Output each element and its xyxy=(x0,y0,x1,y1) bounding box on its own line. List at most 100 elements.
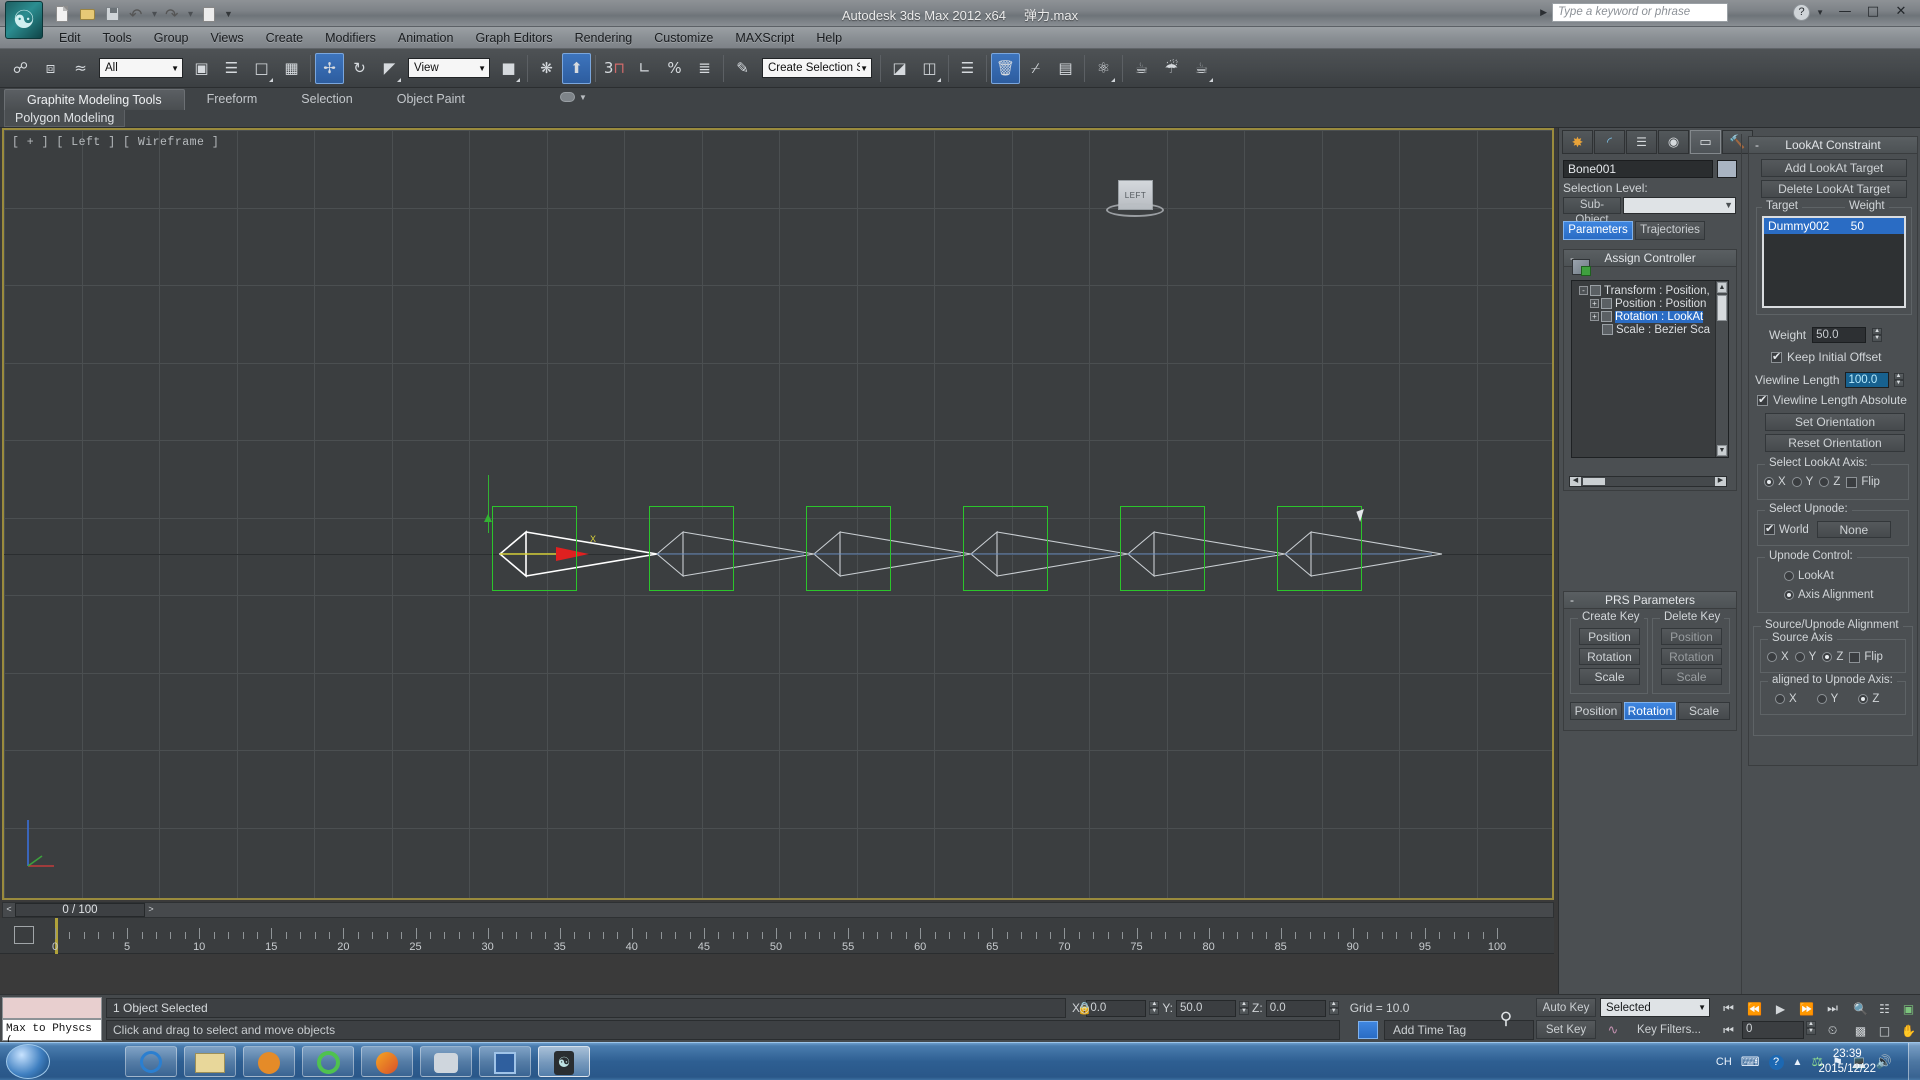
bone-bounding-box[interactable] xyxy=(963,506,1048,591)
prs-rotation-button[interactable]: Rotation xyxy=(1624,702,1676,720)
rendered-frame-window-icon[interactable]: ☔ xyxy=(1157,53,1186,84)
taskbar-media-player-icon[interactable] xyxy=(243,1046,295,1077)
taskbar-browser-icon[interactable] xyxy=(302,1046,354,1077)
delete-key-rotation-button[interactable]: Rotation xyxy=(1661,648,1722,665)
angle-snap-toggle-icon[interactable]: ∟ xyxy=(630,53,659,84)
maxscript-output-pane[interactable] xyxy=(2,997,102,1019)
unlink-selection-icon[interactable]: ⧈ xyxy=(36,53,65,84)
edit-named-selection-sets-icon[interactable]: ✎ xyxy=(728,53,757,84)
menu-modifiers[interactable]: Modifiers xyxy=(314,29,387,47)
menu-customize[interactable]: Customize xyxy=(643,29,724,47)
add-time-tag-icon[interactable] xyxy=(1358,1021,1378,1039)
radio-icon[interactable] xyxy=(1784,571,1794,581)
source-axis-x-option[interactable]: X xyxy=(1767,651,1789,663)
tab-graphite-modeling-tools[interactable]: Graphite Modeling Tools xyxy=(4,89,185,110)
reference-coordinate-combo[interactable]: View ▼ xyxy=(408,58,490,78)
tree-row-transform[interactable]: - Transform : Position, xyxy=(1576,284,1726,297)
bone-bounding-box[interactable] xyxy=(492,506,577,591)
radio-icon[interactable] xyxy=(1819,477,1830,487)
menu-edit[interactable]: Edit xyxy=(48,29,92,47)
help-icon[interactable]: ? xyxy=(1768,1054,1784,1070)
upnode-pick-button[interactable]: None xyxy=(1816,521,1891,538)
rollout-collapse-icon[interactable]: - xyxy=(1755,138,1759,152)
controller-tree-vscrollbar[interactable]: ▲ ▼ xyxy=(1715,281,1728,457)
menu-rendering[interactable]: Rendering xyxy=(564,29,644,47)
select-and-rotate-icon[interactable]: ↻ xyxy=(345,53,374,84)
menu-maxscript[interactable]: MAXScript xyxy=(724,29,805,47)
selection-filter-combo[interactable]: All ▼ xyxy=(99,58,183,78)
assign-controller-icon[interactable] xyxy=(1572,259,1591,276)
viewline-absolute-row[interactable]: Viewline Length Absolute xyxy=(1757,393,1907,407)
delete-lookat-target-button[interactable]: Delete LookAt Target xyxy=(1761,180,1907,198)
source-axis-z-option[interactable]: Z xyxy=(1822,651,1843,663)
tab-selection[interactable]: Selection xyxy=(279,89,374,110)
mirror-icon[interactable]: ◪ xyxy=(885,53,914,84)
graphite-modeling-toggle-icon[interactable]: 🗑 xyxy=(991,52,1020,84)
source-axis-y-option[interactable]: Y xyxy=(1794,651,1816,663)
next-frame-arrow[interactable]: > xyxy=(145,903,157,917)
lookat-target-row[interactable]: Dummy002 50 xyxy=(1764,218,1904,234)
current-frame-spinner-arrows[interactable]: ▲ ▼ xyxy=(1806,1021,1816,1035)
field-of-view-icon[interactable]: □ xyxy=(1872,1020,1897,1041)
render-production-icon[interactable]: ☕ xyxy=(1187,53,1216,84)
tab-freeform[interactable]: Freeform xyxy=(185,89,280,110)
modify-tab-icon[interactable]: ◜ xyxy=(1594,130,1625,154)
aligned-axis-z-option[interactable]: Z xyxy=(1858,693,1879,705)
time-configuration-icon[interactable]: ⏲ xyxy=(1820,1020,1845,1041)
prs-position-button[interactable]: Position xyxy=(1570,702,1622,720)
sub-object-combo[interactable]: ▼ xyxy=(1623,197,1736,214)
bone-bounding-box[interactable] xyxy=(1277,506,1362,591)
zoom-region-icon[interactable]: ▩ xyxy=(1848,1020,1873,1041)
delete-key-scale-button[interactable]: Scale xyxy=(1661,668,1722,685)
set-orientation-button[interactable]: Set Orientation xyxy=(1765,413,1905,431)
expander-icon[interactable]: + xyxy=(1590,312,1599,321)
go-to-end-icon[interactable]: ⏭ xyxy=(1820,998,1845,1019)
use-pivot-point-center-icon[interactable]: ■ xyxy=(494,53,523,84)
keep-initial-offset-row[interactable]: Keep Initial Offset xyxy=(1771,350,1882,364)
taskbar-3dsmax-icon[interactable]: ☯ xyxy=(538,1046,590,1077)
window-crossing-icon[interactable]: ▦ xyxy=(277,53,306,84)
maxscript-input-pane[interactable]: Max to Physcs ( xyxy=(2,1019,102,1047)
create-key-rotation-button[interactable]: Rotation xyxy=(1579,648,1640,665)
select-by-name-icon[interactable]: ☰ xyxy=(217,53,246,84)
sub-object-button[interactable]: Sub-Object xyxy=(1563,197,1621,226)
select-and-move-icon[interactable]: ✢ xyxy=(315,52,344,84)
tree-row-rotation[interactable]: + Rotation : LookAt xyxy=(1576,310,1726,323)
schematic-view-icon[interactable]: ▤ xyxy=(1051,53,1080,84)
lookat-axis-y-option[interactable]: Y xyxy=(1791,476,1813,488)
play-animation-icon[interactable]: ▶ xyxy=(1768,998,1793,1019)
weight-spinner-field[interactable]: 50.0 xyxy=(1812,327,1867,343)
close-button[interactable]: ✕ xyxy=(1888,2,1914,21)
time-slider-bar[interactable]: < 0 / 100 > xyxy=(2,902,1554,918)
menu-tools[interactable]: Tools xyxy=(92,29,143,47)
upnode-control-axis-alignment-option[interactable]: Axis Alignment xyxy=(1784,589,1873,601)
search-input[interactable]: Type a keyword or phrase xyxy=(1552,3,1728,22)
upnode-world-option[interactable]: World xyxy=(1764,522,1809,536)
set-key-button[interactable]: Set Key xyxy=(1536,1020,1596,1039)
flip-checkbox[interactable] xyxy=(1846,476,1858,488)
radio-icon[interactable] xyxy=(1822,652,1833,662)
bone-bounding-box[interactable] xyxy=(806,506,891,591)
windows-start-orb[interactable] xyxy=(6,1044,50,1079)
flip-checkbox[interactable] xyxy=(1849,651,1861,663)
radio-icon[interactable] xyxy=(1775,694,1785,704)
key-mode-toggle-small-icon[interactable]: ⏮ xyxy=(1716,1020,1741,1041)
key-filters-button[interactable]: Key Filters... xyxy=(1628,1020,1710,1039)
absolute-relative-transform-icon[interactable]: ◎ xyxy=(1072,998,1097,1019)
help-dropdown-icon[interactable]: ▼ xyxy=(1816,8,1824,17)
key-filter-set-combo[interactable]: Selected ▼ xyxy=(1600,998,1710,1017)
bind-to-space-warp-icon[interactable]: ≈ xyxy=(66,53,95,84)
application-menu-button[interactable]: ☯ xyxy=(5,1,43,39)
maximize-button[interactable]: □ xyxy=(1860,2,1886,21)
select-and-scale-icon[interactable]: ◤ xyxy=(375,53,404,84)
keyboard-icon[interactable]: ⌨ xyxy=(1741,1054,1760,1070)
radio-icon[interactable] xyxy=(1784,590,1794,600)
tree-row-scale[interactable]: Scale : Bezier Sca xyxy=(1576,323,1726,336)
taskbar-firefox-like-icon[interactable] xyxy=(361,1046,413,1077)
radio-icon[interactable] xyxy=(1794,652,1805,662)
menu-create[interactable]: Create xyxy=(255,29,315,47)
object-name-field[interactable]: Bone001 xyxy=(1563,160,1713,178)
expander-icon[interactable]: + xyxy=(1590,299,1599,308)
z-coordinate-field[interactable]: 0.0 xyxy=(1265,999,1326,1017)
menu-views[interactable]: Views xyxy=(199,29,254,47)
